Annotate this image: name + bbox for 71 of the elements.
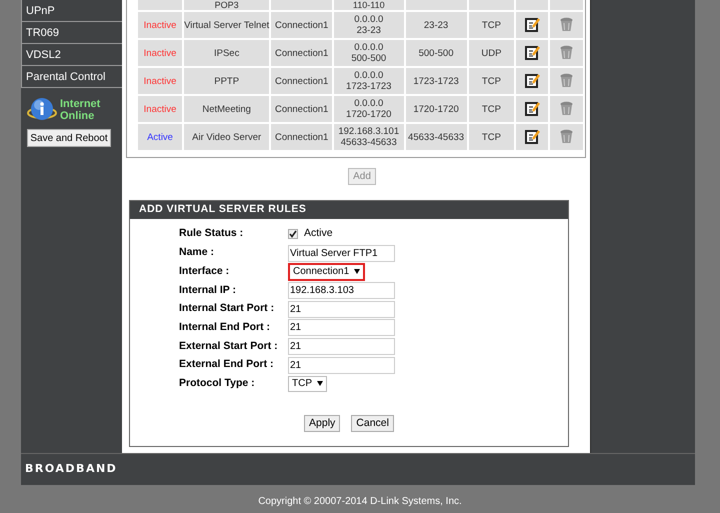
- status-text: Internet: [60, 98, 100, 110]
- table-cell: Connection1: [271, 12, 332, 38]
- dropdown-arrow-icon: [317, 381, 323, 386]
- status-text: Online: [60, 110, 96, 122]
- trash-icon[interactable]: [560, 45, 574, 60]
- table-cell: NetMeeting: [184, 96, 270, 122]
- table-cell: Connection1: [271, 124, 332, 150]
- trash-icon[interactable]: [560, 129, 574, 144]
- table-cell: 1723-1723: [406, 68, 467, 94]
- save-and-reboot-button[interactable]: Save and Reboot: [27, 129, 111, 147]
- table-cell: Connection1: [271, 68, 332, 94]
- edit-icon[interactable]: [524, 45, 540, 60]
- table-cell: 45633-45633: [406, 124, 467, 150]
- table-cell: TCP: [468, 68, 514, 94]
- table-cell: 0.0.0.0 23-23: [334, 12, 404, 38]
- table-cell: Virtual Server Telnet: [184, 12, 270, 38]
- status-cell: Inactive: [138, 68, 182, 94]
- edit-icon[interactable]: [524, 101, 540, 116]
- text-field[interactable]: Virtual Server FTP1: [288, 244, 395, 262]
- edit-icon[interactable]: [524, 73, 540, 88]
- status-cell: Inactive: [138, 40, 182, 66]
- table-cell: 110-110: [352, 0, 385, 10]
- text-field[interactable]: 192.168.3.103: [288, 282, 395, 299]
- table-cell: TCP: [468, 96, 514, 122]
- table-cell: 500-500: [406, 40, 467, 66]
- section-title: ADD VIRTUAL SERVER RULES: [139, 202, 306, 218]
- cancel-button[interactable]: Cancel: [351, 415, 394, 432]
- status-cell: Active: [138, 124, 182, 150]
- field-label: Interface :: [178, 264, 230, 279]
- text-field[interactable]: 21: [288, 356, 395, 374]
- dropdown-arrow-icon: [354, 269, 360, 274]
- field-label: Name :: [178, 245, 216, 260]
- field-label: Internal IP :: [178, 282, 237, 298]
- edit-icon[interactable]: [524, 129, 540, 144]
- checkbox-label: Active: [304, 226, 333, 242]
- trash-icon[interactable]: [560, 73, 574, 88]
- table-cell: Connection1: [271, 40, 332, 66]
- table-cell: IPSec: [184, 40, 270, 66]
- table-cell: 192.168.3.101 45633-45633: [334, 124, 404, 150]
- status-cell: Inactive: [138, 96, 182, 122]
- copyright-text: Copyright © 20007-2014 D-Link Systems, Inc.: [258, 495, 462, 509]
- trash-icon[interactable]: [560, 101, 574, 116]
- field-label: Rule Status :: [178, 226, 244, 242]
- table-cell: Air Video Server: [184, 124, 270, 150]
- status-cell: Inactive: [138, 12, 182, 38]
- field-label: External End Port :: [178, 357, 275, 372]
- field-label: External Start Port :: [178, 338, 279, 354]
- dropdown[interactable]: Connection1: [288, 262, 366, 281]
- table-cell: PPTP: [184, 68, 270, 94]
- table-cell: 1720-1720: [406, 96, 467, 122]
- table-cell: TCP: [468, 12, 514, 38]
- table-cell: TCP: [468, 124, 514, 150]
- trash-icon[interactable]: [560, 17, 574, 32]
- text-field[interactable]: 21: [288, 319, 395, 336]
- brand-logo-text: BROADBAND: [25, 461, 118, 478]
- table-cell: 0.0.0.0 500-500: [334, 40, 404, 66]
- table-cell: Connection1: [271, 96, 332, 122]
- field-label: Internal Start Port :: [178, 301, 276, 316]
- field-label: Internal End Port :: [178, 320, 272, 335]
- field-label: Protocol Type :: [178, 376, 256, 391]
- table-cell: 0.0.0.0 1720-1720: [334, 96, 404, 122]
- table-cell: POP3: [214, 0, 239, 10]
- table-cell: 0.0.0.0 1723-1723: [334, 68, 404, 94]
- dropdown[interactable]: TCP: [288, 376, 327, 392]
- apply-button[interactable]: Apply: [304, 415, 340, 432]
- text-field[interactable]: 21: [288, 338, 395, 355]
- table-cell: UDP: [468, 40, 514, 66]
- text-field[interactable]: 21: [288, 300, 395, 318]
- checkbox[interactable]: [288, 229, 298, 240]
- edit-icon[interactable]: [524, 17, 540, 32]
- table-cell: 23-23: [406, 12, 467, 38]
